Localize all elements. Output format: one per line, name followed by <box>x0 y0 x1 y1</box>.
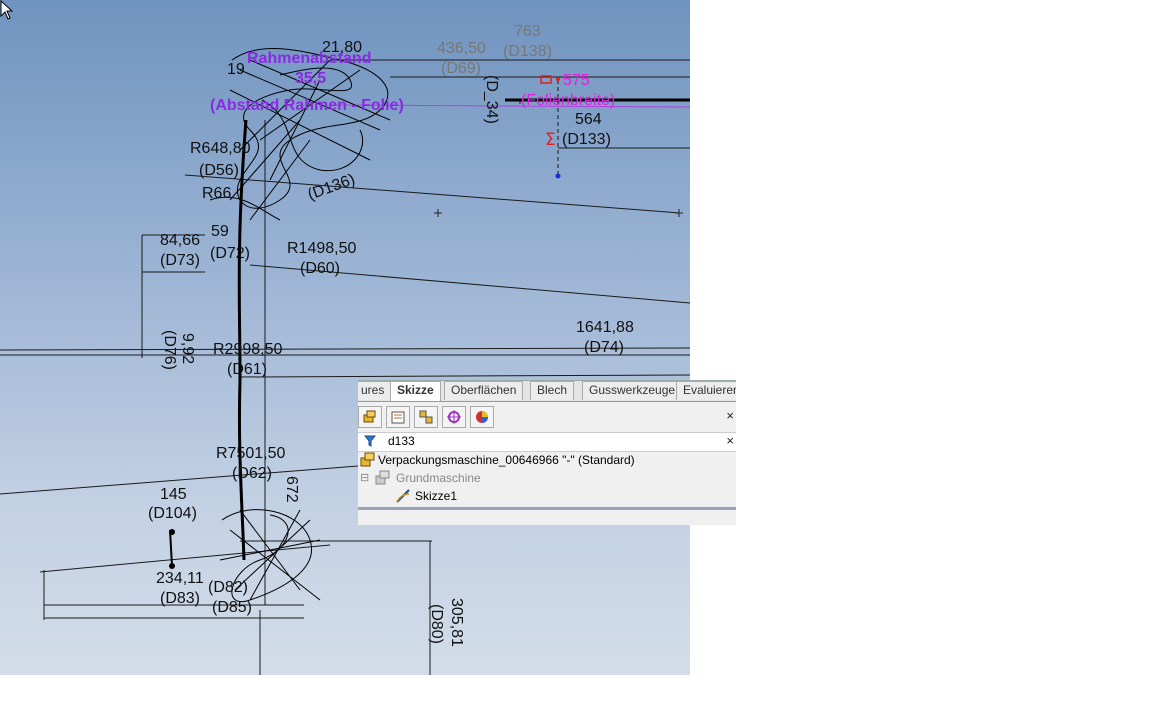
dimxpert-button[interactable] <box>442 406 466 428</box>
property-manager-icon <box>391 411 405 424</box>
sketch-line <box>239 374 690 378</box>
configuration-manager-icon <box>419 410 433 424</box>
dim-text[interactable]: (D136) <box>306 171 358 204</box>
dim-text[interactable]: 145 <box>160 486 187 503</box>
dim-text[interactable]: 35,5 <box>295 70 326 87</box>
tree-item-label: Grundmaschine <box>396 471 481 485</box>
tab-features[interactable]: ures <box>358 381 392 400</box>
sketch-point <box>556 77 560 81</box>
dim-text[interactable]: 672 <box>283 476 300 503</box>
dim-text[interactable]: 234,11 <box>156 570 204 587</box>
dim-text[interactable]: (D83) <box>160 590 200 607</box>
dim-text[interactable]: 9,92 <box>179 333 196 364</box>
filter-input[interactable] <box>388 434 688 448</box>
dim-text[interactable]: (D_34) <box>483 75 500 124</box>
dim-text[interactable]: (D80) <box>428 604 445 644</box>
dim-text[interactable]: (D133) <box>562 131 611 148</box>
configuration-manager-button[interactable] <box>414 406 438 428</box>
sketch-point <box>555 173 561 179</box>
property-manager-button[interactable] <box>386 406 410 428</box>
sketch-icon <box>396 489 410 503</box>
command-manager-tabs: ures Skizze Oberflächen Blech Gusswerkze… <box>358 381 736 402</box>
tree-item-label: Skizze1 <box>415 489 458 503</box>
subassembly-icon <box>375 470 390 485</box>
dim-text[interactable]: (D85) <box>212 599 252 616</box>
dim-text[interactable]: 564 <box>575 111 602 128</box>
dim-text[interactable]: 59 <box>211 223 229 240</box>
dim-text[interactable]: (Abstand Rahmen - Folie) <box>210 97 404 114</box>
tab-gusswerkzeuge[interactable]: Gusswerkzeuge <box>582 381 683 400</box>
dim-text[interactable]: R648,80 <box>190 140 251 157</box>
sketch-line <box>39 544 331 573</box>
appearance-manager-button[interactable] <box>470 406 494 428</box>
dim-text[interactable]: 84,66 <box>160 232 200 249</box>
feature-manager-button[interactable] <box>358 406 382 428</box>
dim-text[interactable]: (Folienbreite) <box>521 92 615 109</box>
dim-text[interactable]: 21,80 <box>322 39 362 56</box>
dim-text[interactable]: (D69) <box>441 60 481 77</box>
dim-text[interactable]: 19 <box>227 61 245 78</box>
filter-icon <box>364 435 376 447</box>
dim-text[interactable]: R66 <box>202 185 231 202</box>
feature-manager-panel: ures Skizze Oberflächen Blech Gusswerkze… <box>358 380 736 525</box>
sketch-point <box>169 529 175 535</box>
dim-text[interactable]: (D61) <box>227 361 267 378</box>
dim-text[interactable]: 575 <box>563 72 590 89</box>
feature-tree: Verpackungsmaschine_00646966 "-" (Standa… <box>358 451 736 511</box>
dim-text[interactable]: (D138) <box>503 43 552 60</box>
close-icon[interactable]: × <box>726 408 734 423</box>
dim-text[interactable]: (D56) <box>199 162 239 179</box>
mouse-cursor-icon <box>0 0 14 20</box>
dim-text[interactable]: 305,81 <box>448 598 465 647</box>
sigma-icon: Σ <box>545 130 556 150</box>
feature-filter: × <box>358 432 736 452</box>
tree-item-grundmaschine[interactable]: ⊟ Grundmaschine <box>358 469 736 487</box>
panel-toolbar: × <box>358 403 736 431</box>
dim-text[interactable]: R7501,50 <box>216 445 285 462</box>
dim-text[interactable]: 763 <box>514 23 541 40</box>
collapse-icon[interactable]: ⊟ <box>360 469 369 487</box>
dim-text[interactable]: (D62) <box>232 465 272 482</box>
appearance-icon <box>476 411 488 423</box>
feature-manager-icon <box>363 410 376 423</box>
tree-item-root[interactable]: Verpackungsmaschine_00646966 "-" (Standa… <box>358 451 736 469</box>
dimxpert-icon <box>447 410 461 424</box>
tab-skizze[interactable]: Skizze <box>390 381 441 401</box>
dim-text[interactable]: (D72) <box>210 245 250 262</box>
tree-item-label: Verpackungsmaschine_00646966 "-" (Standa… <box>378 453 635 467</box>
clear-filter-icon[interactable]: × <box>726 433 734 448</box>
dim-text[interactable]: (D74) <box>584 339 624 356</box>
dim-text[interactable]: (D60) <box>300 260 340 277</box>
dim-text[interactable]: R1498,50 <box>287 240 356 257</box>
tab-evaluieren[interactable]: Evaluieren <box>676 381 736 400</box>
dim-text[interactable]: (D73) <box>160 252 200 269</box>
dim-text[interactable]: 1641,88 <box>576 319 634 336</box>
tab-blech[interactable]: Blech <box>530 381 575 400</box>
assembly-icon <box>360 452 375 467</box>
dim-text[interactable]: (D104) <box>148 505 197 522</box>
dim-text[interactable]: (D76) <box>161 330 178 370</box>
sketch-point <box>169 563 175 569</box>
dim-text[interactable]: R2998,50 <box>213 341 282 358</box>
sketch-canvas[interactable]: 436,50 (D69) 763 (D138) 575 (Folienbreit… <box>0 0 690 675</box>
dim-text[interactable]: 436,50 <box>437 40 486 57</box>
graphics-viewport[interactable]: 436,50 (D69) 763 (D138) 575 (Folienbreit… <box>0 0 690 675</box>
panel-horizontal-scrollbar[interactable] <box>358 507 736 510</box>
tree-item-skizze1[interactable]: Skizze1 <box>358 487 736 505</box>
dim-text[interactable]: (D82) <box>208 579 248 596</box>
tab-oberflaechen[interactable]: Oberflächen <box>444 381 524 400</box>
